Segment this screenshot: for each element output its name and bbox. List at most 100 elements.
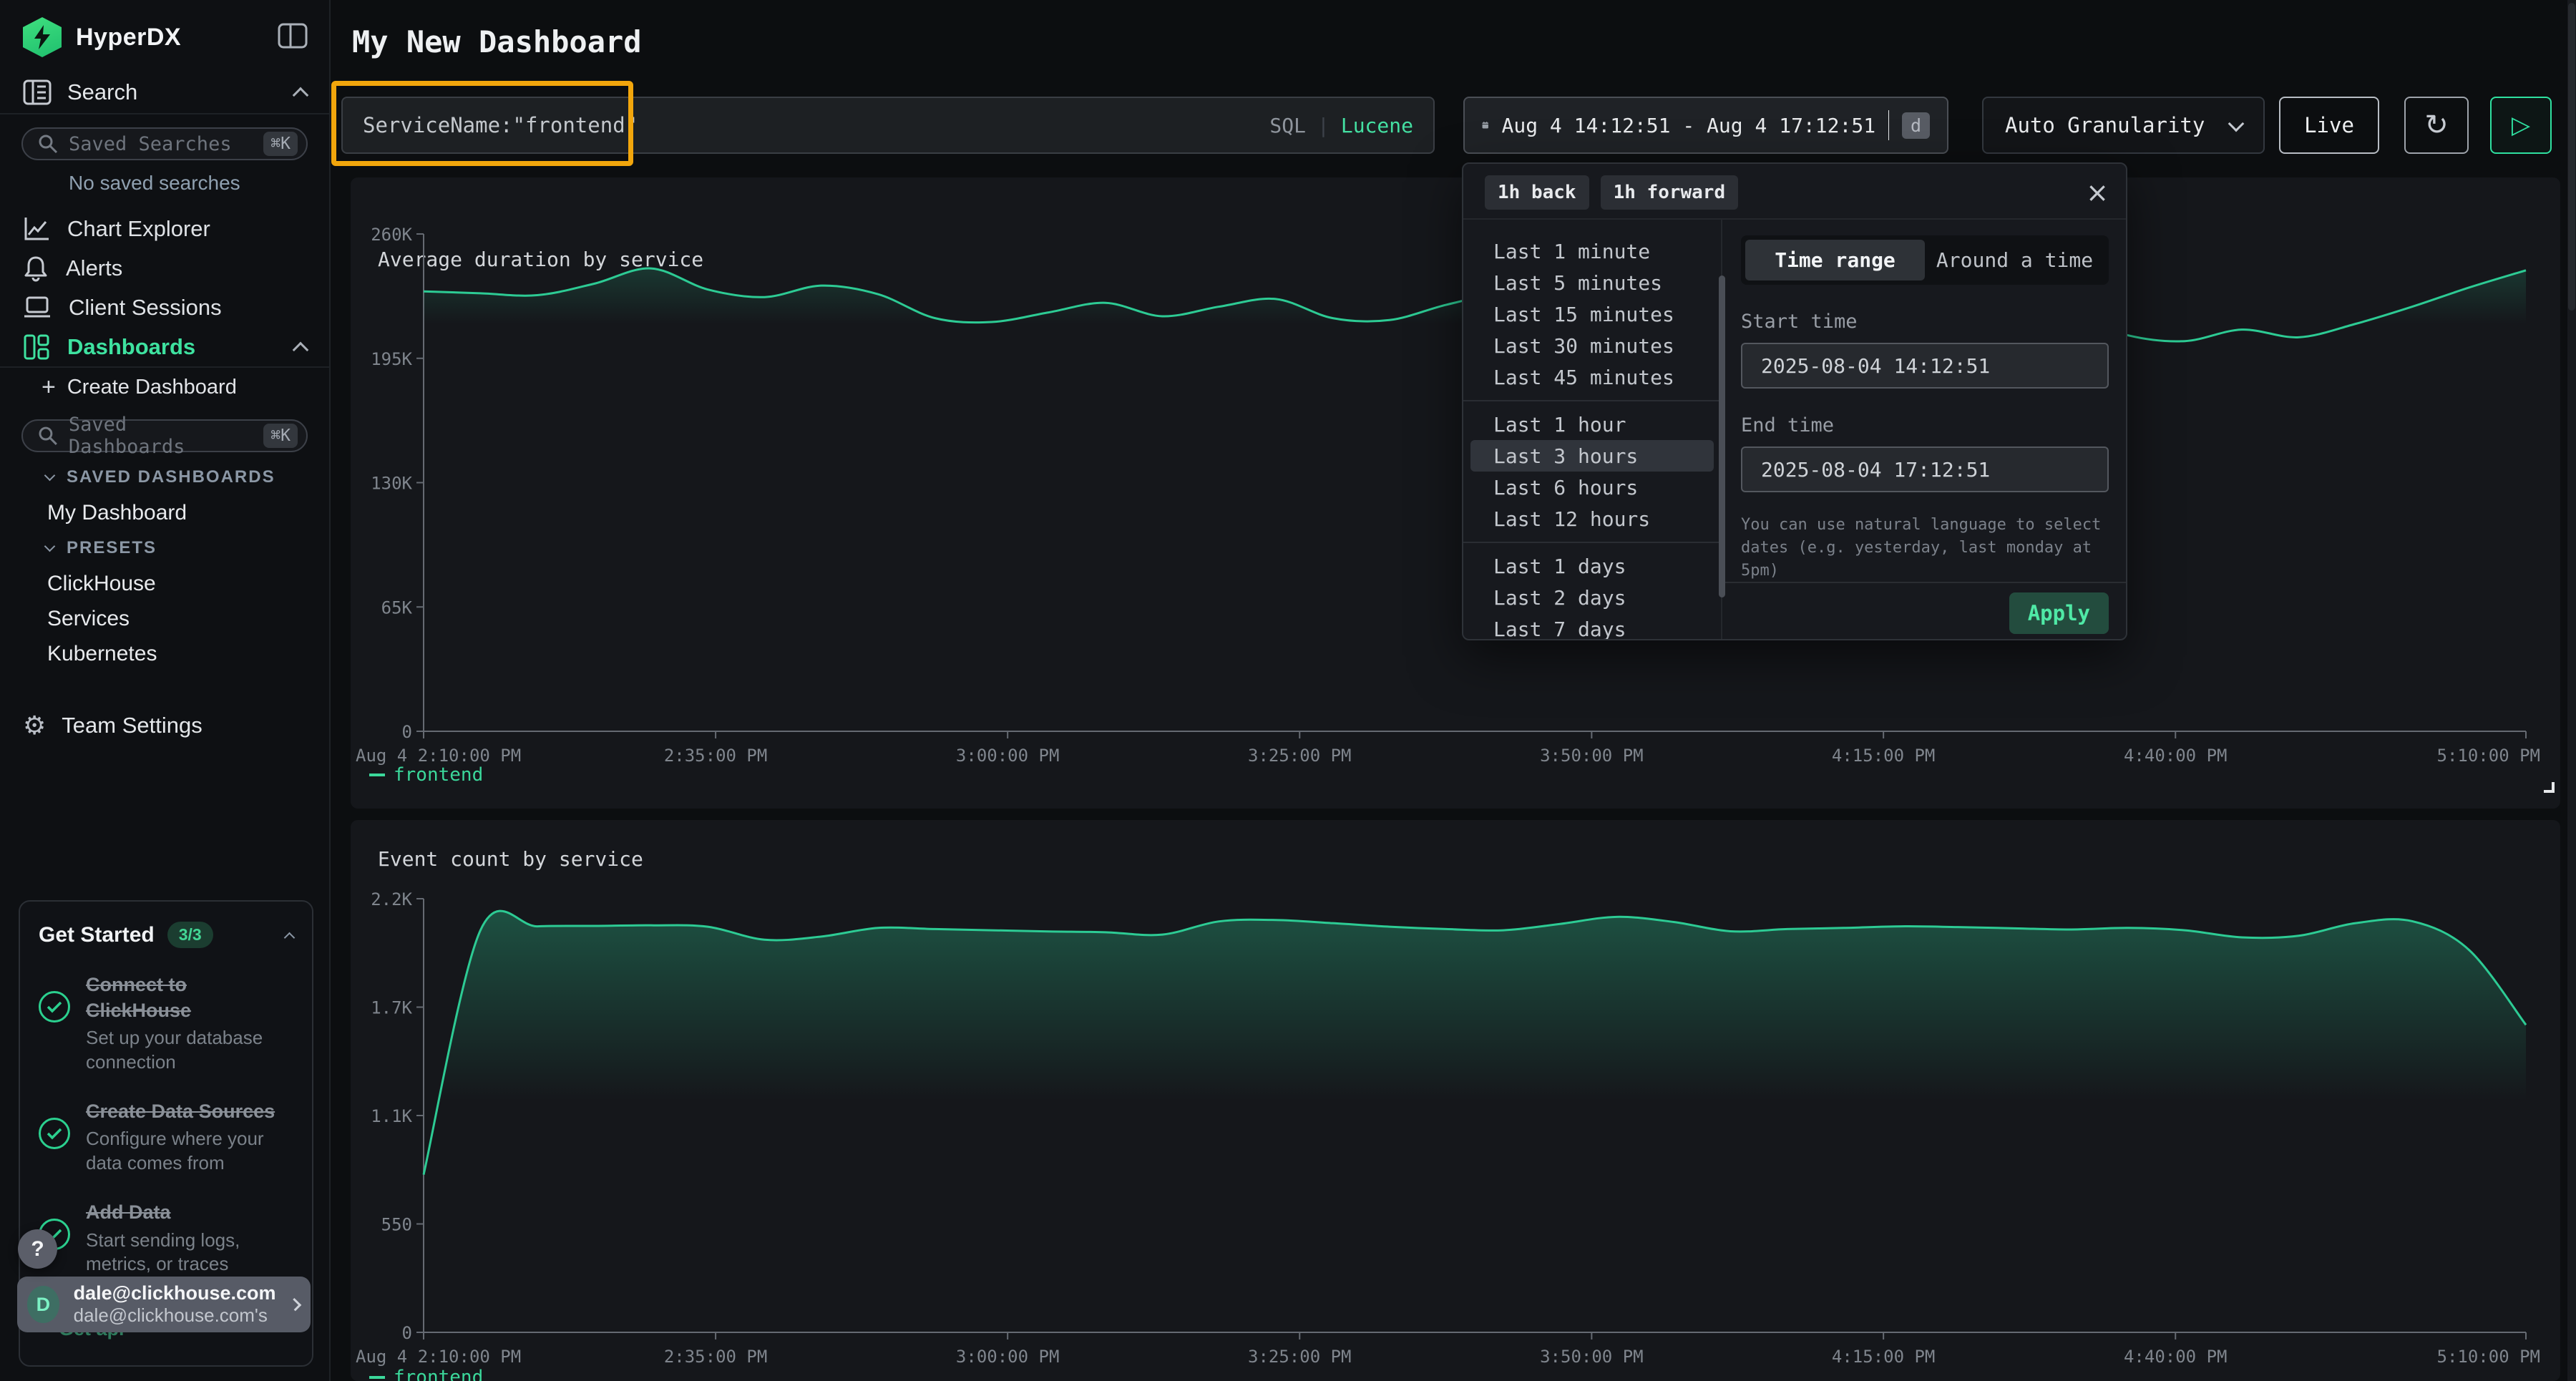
time-range-option[interactable]: Last 12 hours <box>1463 503 1721 535</box>
svg-text:5:10:00 PM: 5:10:00 PM <box>2437 1347 2541 1367</box>
natural-language-hint: You can use natural language to select d… <box>1741 514 2106 582</box>
time-range-option[interactable]: Last 1 minute <box>1463 235 1721 267</box>
time-range-option[interactable]: Last 1 days <box>1463 550 1721 582</box>
panel-resize-handle[interactable] <box>2544 782 2555 793</box>
chart-legend[interactable]: frontend <box>369 764 483 786</box>
chart-explorer-icon <box>23 216 50 242</box>
get-started-progress-badge: 3/3 <box>167 922 213 948</box>
granularity-select[interactable]: Auto Granularity <box>1982 97 2265 154</box>
get-started-item[interactable]: Connect to ClickHouse Set up your databa… <box>39 972 293 1075</box>
text-cursor <box>1888 110 1889 140</box>
tab-time-range[interactable]: Time range <box>1745 240 1925 280</box>
help-button[interactable]: ? <box>18 1229 57 1269</box>
svg-text:3:00:00 PM: 3:00:00 PM <box>956 746 1060 766</box>
sidebar-item-chart-explorer[interactable]: Chart Explorer <box>0 209 329 248</box>
time-range-input[interactable]: Aug 4 14:12:51 - Aug 4 17:12:51 d <box>1463 97 1948 154</box>
saved-dashboards-input[interactable]: Saved Dashboards ⌘K <box>21 419 308 452</box>
refresh-button[interactable]: ↻ <box>2404 97 2469 154</box>
user-team: dale@clickhouse.com's <box>74 1304 276 1327</box>
lucene-mode-toggle[interactable]: Lucene <box>1341 114 1413 137</box>
list-scrollbar-thumb[interactable] <box>1719 275 1725 597</box>
close-icon[interactable]: × <box>2086 177 2109 208</box>
legend-label: frontend <box>394 764 483 786</box>
time-range-option[interactable]: Last 5 minutes <box>1463 267 1721 298</box>
search-icon <box>37 425 59 446</box>
chevron-up-icon <box>293 87 309 104</box>
svg-text:0: 0 <box>402 1323 412 1343</box>
dashboard-filter-input[interactable]: ServiceName:"frontend" SQL | Lucene <box>341 97 1435 154</box>
sidebar-item-dashboards[interactable]: Dashboards <box>0 327 329 366</box>
run-query-button[interactable]: ▷ <box>2490 97 2552 154</box>
user-profile-chip[interactable]: D dale@clickhouse.com dale@clickhouse.co… <box>17 1277 311 1332</box>
page-scrollbar-thumb[interactable] <box>2568 3 2575 311</box>
section-presets[interactable]: PRESETS <box>0 530 329 566</box>
start-time-input[interactable]: 2025-08-04 14:12:51 <box>1741 343 2109 389</box>
time-range-option[interactable]: Last 45 minutes <box>1463 361 1721 393</box>
end-time-label: End time <box>1741 414 2109 436</box>
svg-text:3:25:00 PM: 3:25:00 PM <box>1248 746 1352 766</box>
legend-label: frontend <box>394 1367 483 1381</box>
chart-legend[interactable]: frontend <box>369 1367 483 1381</box>
svg-text:195K: 195K <box>371 349 412 369</box>
sidebar-item-label: Dashboards <box>67 334 195 360</box>
time-range-option-selected[interactable]: Last 3 hours <box>1470 440 1714 472</box>
chart-panel-event-count[interactable]: Event count by service 05501.1K1.7K2.2KA… <box>351 820 2560 1381</box>
get-started-item[interactable]: Create Data Sources Configure where your… <box>39 1099 293 1176</box>
team-settings-button[interactable]: ⚙ Team Settings <box>0 704 329 747</box>
time-range-option[interactable]: Last 15 minutes <box>1463 298 1721 330</box>
svg-text:65K: 65K <box>381 597 413 618</box>
shift-1h-forward-button[interactable]: 1h forward <box>1601 175 1739 210</box>
legend-line-swatch <box>369 1376 385 1379</box>
saved-searches-input[interactable]: Saved Searches ⌘K <box>21 127 308 160</box>
tab-around-a-time[interactable]: Around a time <box>1925 240 2104 280</box>
time-range-option[interactable]: Last 6 hours <box>1463 472 1721 503</box>
check-circle-icon <box>39 1118 70 1149</box>
shortcut-badge: ⌘K <box>263 424 298 448</box>
time-range-option[interactable]: Last 1 hour <box>1463 409 1721 440</box>
sidebar-item-clickhouse[interactable]: ClickHouse <box>0 566 329 601</box>
svg-text:4:40:00 PM: 4:40:00 PM <box>2124 1347 2228 1367</box>
sql-mode-toggle[interactable]: SQL <box>1269 114 1306 137</box>
search-section-icon <box>23 79 52 105</box>
svg-text:550: 550 <box>381 1215 412 1235</box>
svg-text:Aug 4 2:10:00 PM: Aug 4 2:10:00 PM <box>356 1347 521 1367</box>
sidebar-item-search[interactable]: Search <box>0 72 329 113</box>
saved-searches-placeholder: Saved Searches <box>69 133 232 155</box>
get-started-item[interactable]: Add Data Start sending logs, metrics, or… <box>39 1200 293 1277</box>
chevron-up-icon[interactable] <box>284 932 296 944</box>
sidebar-item-client-sessions[interactable]: Client Sessions <box>0 288 329 327</box>
apply-button[interactable]: Apply <box>2009 592 2109 634</box>
end-time-input[interactable]: 2025-08-04 17:12:51 <box>1741 446 2109 492</box>
alerts-bell-icon <box>23 255 49 282</box>
legend-line-swatch <box>369 774 385 776</box>
svg-text:1.1K: 1.1K <box>371 1106 412 1126</box>
svg-text:4:40:00 PM: 4:40:00 PM <box>2124 746 2228 766</box>
section-saved-dashboards[interactable]: SAVED DASHBOARDS <box>0 459 329 495</box>
svg-text:5:10:00 PM: 5:10:00 PM <box>2437 746 2541 766</box>
svg-text:0: 0 <box>402 722 412 742</box>
sidebar-collapse-icon[interactable] <box>278 23 308 52</box>
shortcut-badge: ⌘K <box>263 132 298 156</box>
chart-panel-average-duration[interactable]: Average duration by service 065K130K195K… <box>351 177 2560 809</box>
time-range-option[interactable]: Last 2 days <box>1463 582 1721 613</box>
check-circle-icon <box>39 991 70 1023</box>
sidebar-item-alerts[interactable]: Alerts <box>0 248 329 288</box>
svg-text:4:15:00 PM: 4:15:00 PM <box>1832 1347 1936 1367</box>
shift-1h-back-button[interactable]: 1h back <box>1485 175 1589 210</box>
time-range-option[interactable]: Last 7 days <box>1463 613 1721 640</box>
sidebar-item-my-dashboard[interactable]: My Dashboard <box>0 495 329 530</box>
svg-text:Aug 4 2:10:00 PM: Aug 4 2:10:00 PM <box>356 746 521 766</box>
live-button[interactable]: Live <box>2279 97 2379 154</box>
brand-title: HyperDX <box>76 24 181 52</box>
filter-query-text: ServiceName:"frontend" <box>363 113 638 137</box>
area-chart-event-count: 05501.1K1.7K2.2KAug 4 2:10:00 PM2:35:00 … <box>351 820 2560 1381</box>
svg-text:2.2K: 2.2K <box>371 889 412 909</box>
user-email: dale@clickhouse.com <box>74 1282 276 1304</box>
svg-text:3:50:00 PM: 3:50:00 PM <box>1540 1347 1644 1367</box>
time-range-option[interactable]: Last 30 minutes <box>1463 330 1721 361</box>
sidebar-item-services[interactable]: Services <box>0 601 329 636</box>
sidebar-item-kubernetes[interactable]: Kubernetes <box>0 636 329 671</box>
create-dashboard-button[interactable]: + Create Dashboard <box>0 368 329 406</box>
page-scrollbar[interactable] <box>2567 0 2576 1381</box>
get-started-item-title: Connect to ClickHouse <box>86 974 191 1021</box>
